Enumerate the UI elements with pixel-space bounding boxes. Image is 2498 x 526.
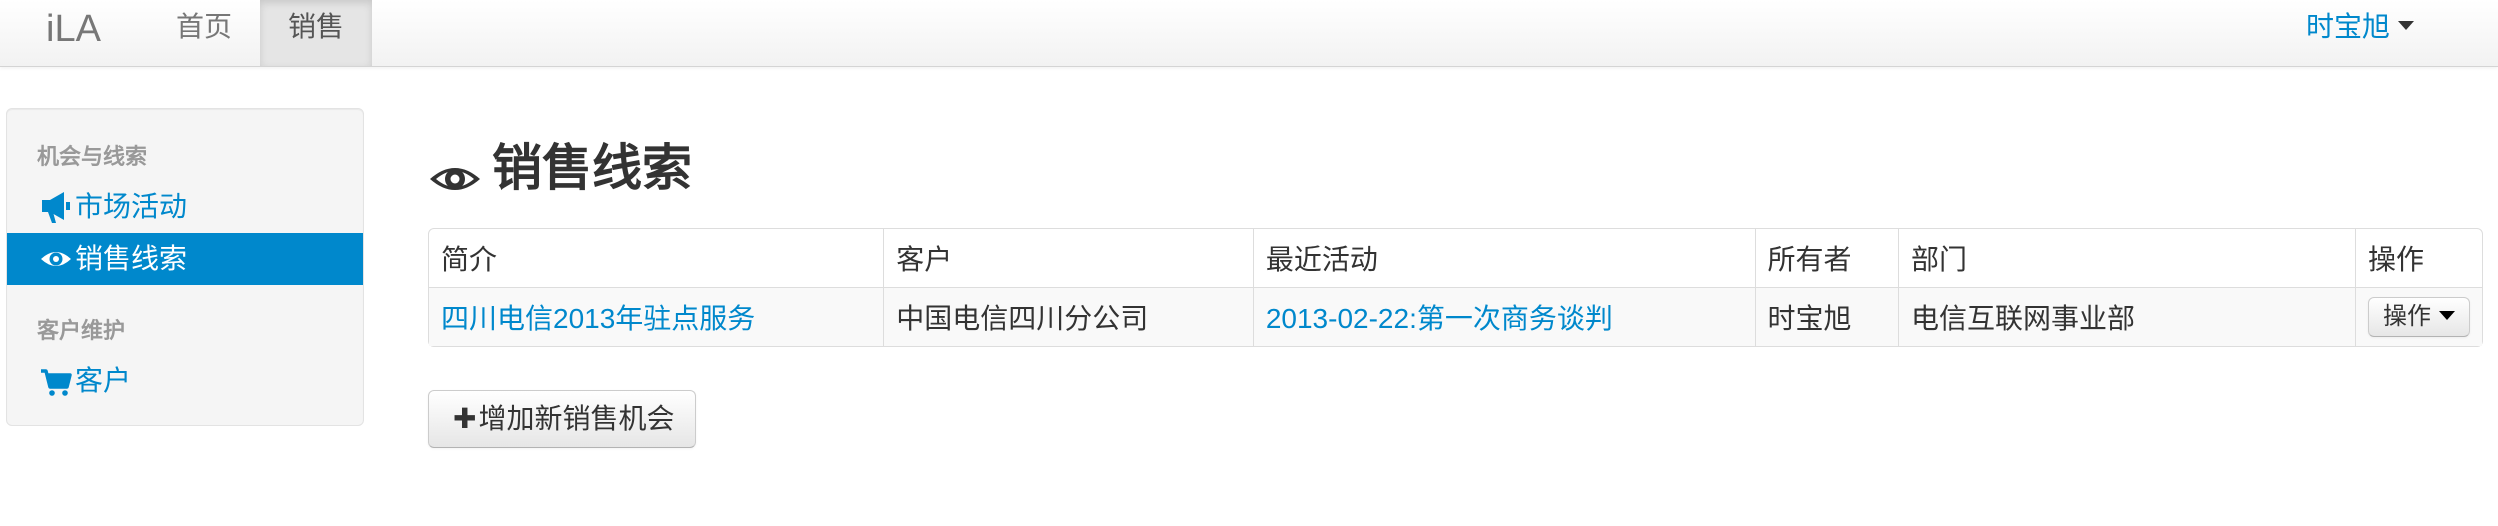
sales-leads-table: 简介 客户 最近活动 所有者 部门 操作 四川电信2013年驻点服务 中国电信四… xyxy=(428,228,2483,347)
column-header-customer: 客户 xyxy=(883,229,1253,287)
brand-logo[interactable]: iLA xyxy=(46,4,101,54)
column-header-summary: 简介 xyxy=(441,244,498,275)
table-row: 四川电信2013年驻点服务 中国电信四川分公司 2013-02-22:第一次商务… xyxy=(429,287,2482,346)
page-title-text: 销售线索 xyxy=(492,140,692,196)
add-sales-opportunity-button[interactable]: ✚增加新销售机会 xyxy=(428,390,696,448)
lead-summary-link[interactable]: 四川电信2013年驻点服务 xyxy=(441,303,755,334)
caret-down-icon xyxy=(2398,21,2415,31)
cell-customer: 中国电信四川分公司 xyxy=(883,287,1253,346)
sidebar-item-sales-leads[interactable]: 销售线索 xyxy=(7,233,363,285)
eye-icon xyxy=(39,233,73,285)
cell-department: 电信互联网事业部 xyxy=(1898,287,2355,346)
column-header-recent-activity: 最近活动 xyxy=(1252,229,1755,287)
column-header-action: 操作 xyxy=(2355,229,2482,287)
top-navbar: iLA 首页 销售 时宝旭 xyxy=(0,0,2498,67)
cell-summary: 四川电信2013年驻点服务 xyxy=(429,287,884,346)
eye-icon xyxy=(428,148,482,190)
action-button-label: 操作 xyxy=(2383,303,2431,330)
sidebar-item-marketing[interactable]: 市场活动 xyxy=(7,181,363,233)
plus-icon: ✚ xyxy=(453,403,477,434)
recent-activity-link[interactable]: 2013-02-22:第一次商务谈判 xyxy=(1266,303,1613,334)
sidebar-item-label: 销售线索 xyxy=(75,243,188,274)
cell-action: 操作 xyxy=(2355,287,2482,346)
action-dropdown-button[interactable]: 操作 xyxy=(2368,297,2470,337)
cell-owner: 时宝旭 xyxy=(1754,287,1899,346)
nav-home[interactable]: 首页 xyxy=(154,0,254,66)
sidebar-item-label: 市场活动 xyxy=(75,191,188,222)
table-header-row: 简介 客户 最近活动 所有者 部门 操作 xyxy=(429,229,2482,287)
cell-recent-activity: 2013-02-22:第一次商务谈判 xyxy=(1252,287,1755,346)
column-header-department: 部门 xyxy=(1898,229,2355,287)
sidebar-header-customer-care: 客户维护 xyxy=(37,318,126,343)
shopping-cart-icon xyxy=(39,355,73,407)
column-header-owner: 所有者 xyxy=(1754,229,1899,287)
sidebar: 机会与线索 市场活动 销售线索 客户维护 客户 xyxy=(6,108,364,426)
sidebar-item-label: 客户 xyxy=(75,365,132,396)
sidebar-header-opportunities: 机会与线索 xyxy=(37,144,148,169)
caret-down-icon xyxy=(2439,311,2455,321)
add-button-label: 增加新销售机会 xyxy=(478,403,675,434)
sidebar-item-customers[interactable]: 客户 xyxy=(7,355,363,407)
user-name: 时宝旭 xyxy=(2306,11,2391,42)
bullhorn-icon xyxy=(39,181,73,233)
user-menu[interactable]: 时宝旭 xyxy=(2306,0,2415,54)
nav-sales[interactable]: 销售 xyxy=(260,0,372,66)
